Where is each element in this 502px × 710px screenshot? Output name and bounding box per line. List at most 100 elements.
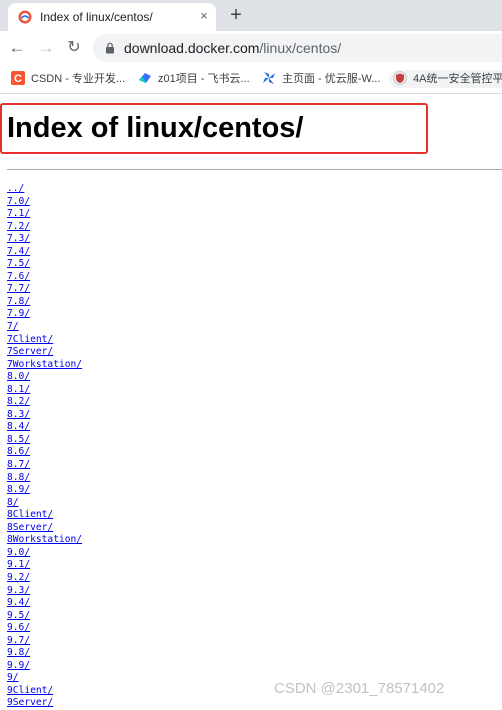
list-item: 7.1/ xyxy=(7,206,82,219)
active-tab[interactable]: Index of linux/centos/ × xyxy=(8,3,216,31)
directory-link[interactable]: 8.5/ xyxy=(7,434,30,445)
directory-link[interactable]: 8.2/ xyxy=(7,396,30,407)
list-item: 9.7/ xyxy=(7,633,82,646)
bookmark-label: z01项目 - 飞书云... xyxy=(158,73,250,85)
watermark: CSDN @2301_78571402 xyxy=(274,680,445,697)
directory-link[interactable]: 9.3/ xyxy=(7,585,30,596)
list-item: 9.5/ xyxy=(7,608,82,621)
lock-icon[interactable] xyxy=(104,42,116,54)
list-item: 7.8/ xyxy=(7,294,82,307)
directory-link[interactable]: 8.0/ xyxy=(7,371,30,382)
directory-link[interactable]: 7.1/ xyxy=(7,208,30,219)
bookmarks-bar: C CSDN - 专业开发... z01项目 - 飞书云... 主页面 - 优云… xyxy=(0,65,502,94)
directory-link[interactable]: 7.3/ xyxy=(7,233,30,244)
directory-link[interactable]: 9.4/ xyxy=(7,597,30,608)
list-item: 8.0/ xyxy=(7,369,82,382)
feishu-icon xyxy=(139,73,151,83)
directory-link[interactable]: 8.1/ xyxy=(7,384,30,395)
list-item: 9.4/ xyxy=(7,595,82,608)
close-tab-icon[interactable]: × xyxy=(196,8,212,24)
list-item: 9.8/ xyxy=(7,645,82,658)
directory-link[interactable]: 7Workstation/ xyxy=(7,359,82,370)
directory-link[interactable]: 8.6/ xyxy=(7,446,30,457)
bookmark-4a[interactable]: 4A统一安全管控平 xyxy=(389,70,502,88)
directory-link[interactable]: 7.5/ xyxy=(7,258,30,269)
directory-link[interactable]: 7/ xyxy=(7,321,19,332)
directory-link[interactable]: 8Client/ xyxy=(7,509,53,520)
list-item: 7Client/ xyxy=(7,332,82,345)
directory-link[interactable]: 9/ xyxy=(7,672,19,683)
bookmark-csdn[interactable]: C CSDN - 专业开发... xyxy=(11,70,125,88)
csdn-icon: C xyxy=(11,71,25,85)
forward-arrow-icon[interactable]: → xyxy=(36,38,56,58)
list-item: 9.3/ xyxy=(7,583,82,596)
svg-text:C: C xyxy=(14,73,22,85)
list-item: 9/ xyxy=(7,670,82,683)
address-bar[interactable]: download.docker.com/linux/centos/ xyxy=(93,34,502,62)
directory-link[interactable]: 9.1/ xyxy=(7,559,30,570)
tab-title: Index of linux/centos/ xyxy=(40,10,153,24)
directory-link[interactable]: 9.9/ xyxy=(7,660,30,671)
list-item: 7.7/ xyxy=(7,281,82,294)
reload-icon[interactable]: ↻ xyxy=(64,38,84,58)
url-path: /linux/centos/ xyxy=(259,40,342,56)
list-item: 7.3/ xyxy=(7,231,82,244)
list-item: 9.0/ xyxy=(7,545,82,558)
directory-link[interactable]: 7.7/ xyxy=(7,283,30,294)
list-item: 7/ xyxy=(7,319,82,332)
list-item: 9.2/ xyxy=(7,570,82,583)
directory-link[interactable]: 7.0/ xyxy=(7,196,30,207)
directory-link[interactable]: 7.6/ xyxy=(7,271,30,282)
directory-link[interactable]: 9Server/ xyxy=(7,697,53,708)
directory-link[interactable]: 7Server/ xyxy=(7,346,53,357)
list-item: 7.6/ xyxy=(7,269,82,282)
list-item: 8Workstation/ xyxy=(7,532,82,545)
bookmark-label: 4A统一安全管控平 xyxy=(413,73,502,85)
directory-link[interactable]: 7Client/ xyxy=(7,334,53,345)
page-title: Index of linux/centos/ xyxy=(7,112,304,144)
list-item: 8.1/ xyxy=(7,382,82,395)
bookmark-feishu[interactable]: z01项目 - 飞书云... xyxy=(138,70,250,88)
directory-link[interactable]: 8.8/ xyxy=(7,472,30,483)
directory-link[interactable]: 9.5/ xyxy=(7,610,30,621)
directory-link[interactable]: 9.7/ xyxy=(7,635,30,646)
directory-link[interactable]: 7.8/ xyxy=(7,296,30,307)
list-item: ../ xyxy=(7,181,82,194)
list-item: 9.1/ xyxy=(7,557,82,570)
back-arrow-icon[interactable]: ← xyxy=(7,38,27,58)
pinwheel-icon xyxy=(263,72,275,84)
list-item: 8.8/ xyxy=(7,470,82,483)
list-item: 7Workstation/ xyxy=(7,357,82,370)
url-text[interactable]: download.docker.com/linux/centos/ xyxy=(124,40,341,56)
list-item: 8.3/ xyxy=(7,407,82,420)
directory-link[interactable]: 7.4/ xyxy=(7,246,30,257)
directory-listing: ../ 7.0/7.1/7.2/7.3/7.4/7.5/7.6/7.7/7.8/7… xyxy=(7,181,82,708)
list-item: 8.9/ xyxy=(7,482,82,495)
url-host: download.docker.com xyxy=(124,40,260,56)
directory-link[interactable]: 8Workstation/ xyxy=(7,534,82,545)
horizontal-rule xyxy=(7,169,502,170)
directory-link[interactable]: 9.8/ xyxy=(7,647,30,658)
list-item: 8.5/ xyxy=(7,432,82,445)
directory-link[interactable]: 8.7/ xyxy=(7,459,30,470)
bookmark-label: 主页面 - 优云服-W... xyxy=(282,73,381,85)
list-item: 8.4/ xyxy=(7,419,82,432)
directory-link[interactable]: 9.6/ xyxy=(7,622,30,633)
directory-link[interactable]: 8.9/ xyxy=(7,484,30,495)
new-tab-icon[interactable]: + xyxy=(226,5,246,25)
directory-link[interactable]: 7.9/ xyxy=(7,308,30,319)
directory-link[interactable]: 8/ xyxy=(7,497,19,508)
directory-link[interactable]: 8.4/ xyxy=(7,421,30,432)
bookmark-youyun[interactable]: 主页面 - 优云服-W... xyxy=(262,70,380,88)
docker-favicon-icon xyxy=(18,10,32,24)
directory-link[interactable]: ../ xyxy=(7,183,24,194)
list-item: 8Client/ xyxy=(7,507,82,520)
list-item: 7.9/ xyxy=(7,306,82,319)
directory-link[interactable]: 7.2/ xyxy=(7,221,30,232)
directory-link[interactable]: 8Server/ xyxy=(7,522,53,533)
directory-link[interactable]: 9.2/ xyxy=(7,572,30,583)
list-item: 7.2/ xyxy=(7,219,82,232)
directory-link[interactable]: 8.3/ xyxy=(7,409,30,420)
directory-link[interactable]: 9.0/ xyxy=(7,547,30,558)
directory-link[interactable]: 9Client/ xyxy=(7,685,53,696)
